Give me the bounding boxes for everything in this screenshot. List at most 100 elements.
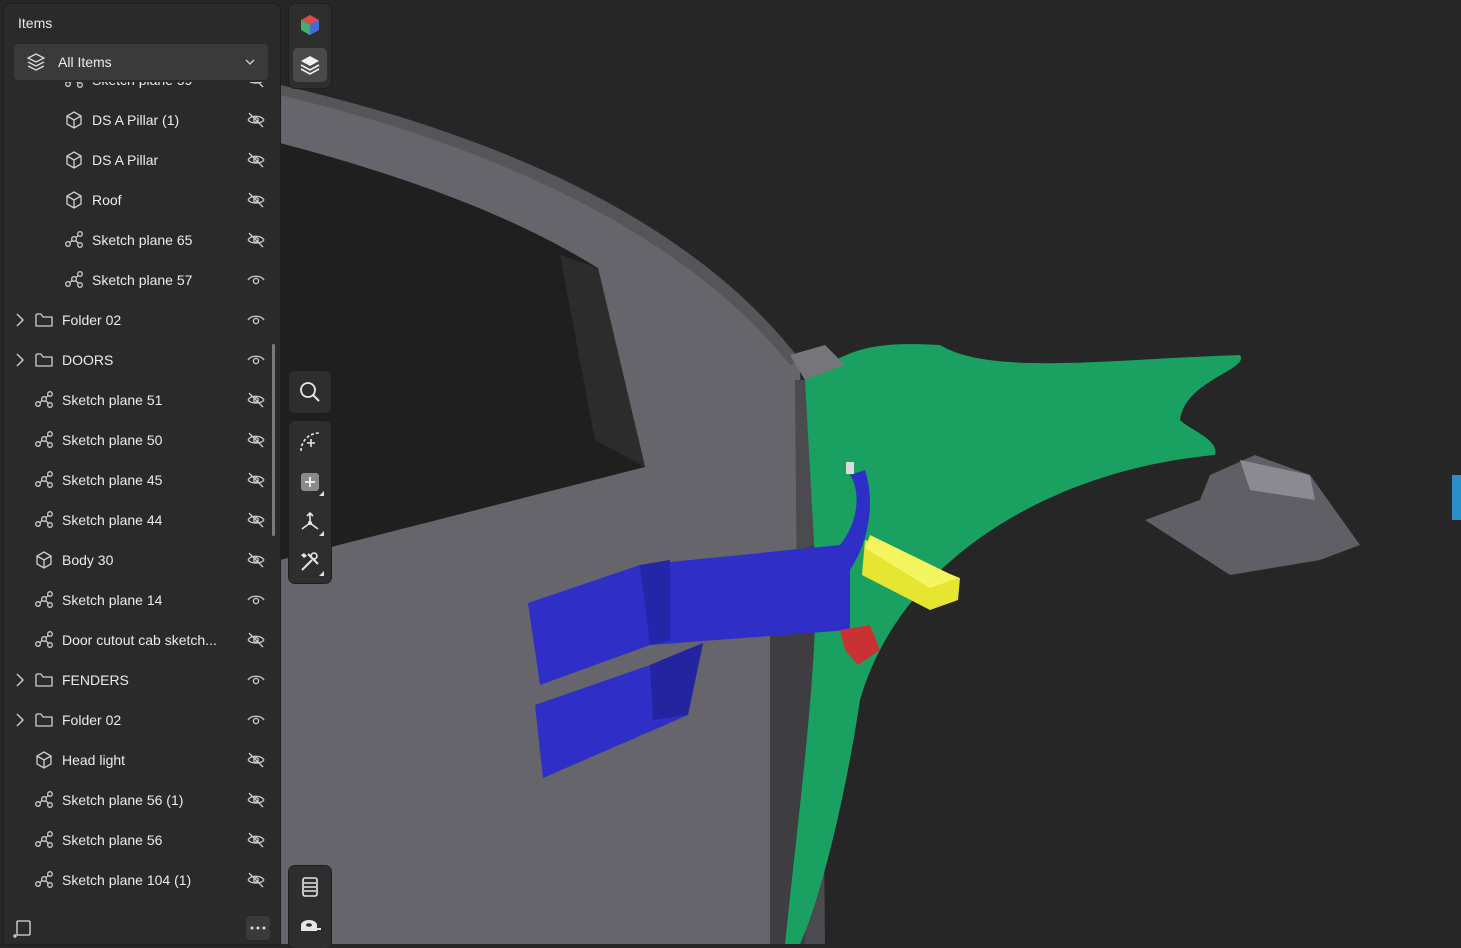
tree-item[interactable]: Sketch plane 14 [4,580,274,620]
tree-item[interactable]: Sketch plane 45 [4,460,274,500]
eye-icon[interactable] [246,710,266,730]
eye-off-icon[interactable] [246,390,266,410]
measure-button[interactable] [293,910,327,944]
transform-button[interactable] [293,505,327,539]
eye-off-icon[interactable] [246,550,266,570]
appearance-button[interactable] [293,8,327,42]
tree-item[interactable]: Sketch plane 50 [4,420,274,460]
sketch-plane-icon [34,830,54,850]
tree-item[interactable]: Sketch plane 56 (1) [4,780,274,820]
tree-item[interactable]: Sketch plane 104 (1) [4,860,274,900]
body-icon [34,550,54,570]
section-button[interactable] [293,870,327,904]
sketch-plane-icon [64,270,84,290]
sketch-arc-icon [298,430,322,454]
panel-footer [4,910,280,944]
eye-off-icon[interactable] [246,110,266,130]
tree-item[interactable]: DS A Pillar [4,140,274,180]
tree-item[interactable]: Sketch plane 65 [4,220,274,260]
body-icon [64,190,84,210]
search-toolbar [289,371,331,413]
eye-icon[interactable] [246,310,266,330]
tree-item[interactable]: Sketch plane 57 [4,260,274,300]
eye-off-icon[interactable] [246,150,266,170]
search-icon [298,380,322,404]
tree-item-label: Sketch plane 59 [92,82,192,88]
tree-item-label: Sketch plane 56 [62,832,162,848]
tree-item-label: Folder 02 [62,712,121,728]
chevron-right-icon[interactable] [13,712,27,728]
sketch-plane-icon [34,390,54,410]
tree-item-label: Sketch plane 50 [62,432,162,448]
eye-off-icon[interactable] [246,870,266,890]
eye-off-icon[interactable] [246,830,266,850]
appearance-icon [298,13,322,37]
chevron-down-icon [244,56,256,68]
sketch-button[interactable] [293,425,327,459]
filter-dropdown[interactable]: All Items [14,44,268,80]
folder-icon [34,310,54,330]
tree-item[interactable]: Door cutout cab sketch... [4,620,274,660]
tree-item[interactable]: Roof [4,180,274,220]
chevron-right-icon[interactable] [13,312,27,328]
chevron-right-icon[interactable] [13,672,27,688]
tree-item-label: Head light [62,752,125,768]
tree-item-label: Sketch plane 57 [92,272,192,288]
tree-item[interactable]: FENDERS [4,660,274,700]
search-button[interactable] [293,375,327,409]
more-options-button[interactable] [246,916,270,940]
tree-item[interactable]: Sketch plane 44 [4,500,274,540]
sketch-plane-icon [34,790,54,810]
body-icon [34,750,54,770]
eye-off-icon[interactable] [246,630,266,650]
panel-title: Items [18,15,52,31]
tree-item[interactable]: Head light [4,740,274,780]
eye-off-icon[interactable] [246,230,266,250]
tree-item[interactable]: Folder 02 [4,300,274,340]
eye-off-icon[interactable] [246,82,266,90]
eye-icon[interactable] [246,270,266,290]
eye-off-icon[interactable] [246,470,266,490]
tools-button[interactable] [293,545,327,579]
eye-off-icon[interactable] [246,190,266,210]
section-icon [298,875,322,899]
tree-item-label: Body 30 [62,552,113,568]
tree-item-label: DS A Pillar (1) [92,112,179,128]
tree-item-label: Sketch plane 51 [62,392,162,408]
tree-item[interactable]: Body 30 [4,540,274,580]
sketch-plane-icon [64,82,84,90]
tree-scrollbar[interactable] [272,344,275,536]
tree-item-label: Sketch plane 14 [62,592,162,608]
tree-item-label: DOORS [62,352,113,368]
tree-item[interactable]: DOORS [4,340,274,380]
new-item-icon[interactable] [12,918,34,940]
eye-icon[interactable] [246,590,266,610]
sketch-plane-icon [34,590,54,610]
pin [846,462,854,474]
eye-icon[interactable] [246,670,266,690]
add-geometry-button[interactable] [293,465,327,499]
tree-item-label: Roof [92,192,122,208]
body-icon [64,150,84,170]
sketch-plane-icon [34,630,54,650]
layers-button[interactable] [293,48,327,82]
tree-item[interactable]: Sketch plane 56 [4,820,274,860]
eye-off-icon[interactable] [246,430,266,450]
tools-toolbar [289,421,331,583]
tree-item-label: FENDERS [62,672,129,688]
view-toolbar [289,4,331,88]
right-edge-part [1452,475,1461,520]
tree-item[interactable]: Sketch plane 51 [4,380,274,420]
eye-off-icon[interactable] [246,790,266,810]
tree-item[interactable]: DS A Pillar (1) [4,100,274,140]
tree-item-label: Sketch plane 45 [62,472,162,488]
eye-icon[interactable] [246,350,266,370]
tree-item[interactable]: Sketch plane 59 [4,82,274,100]
chevron-right-icon[interactable] [13,352,27,368]
folder-icon [34,350,54,370]
eye-off-icon[interactable] [246,750,266,770]
layers-icon [298,53,322,77]
eye-off-icon[interactable] [246,510,266,530]
tree-item[interactable]: Folder 02 [4,700,274,740]
items-tree[interactable]: Sketch plane 59 DS A Pillar (1) DS A Pilla… [4,82,280,912]
